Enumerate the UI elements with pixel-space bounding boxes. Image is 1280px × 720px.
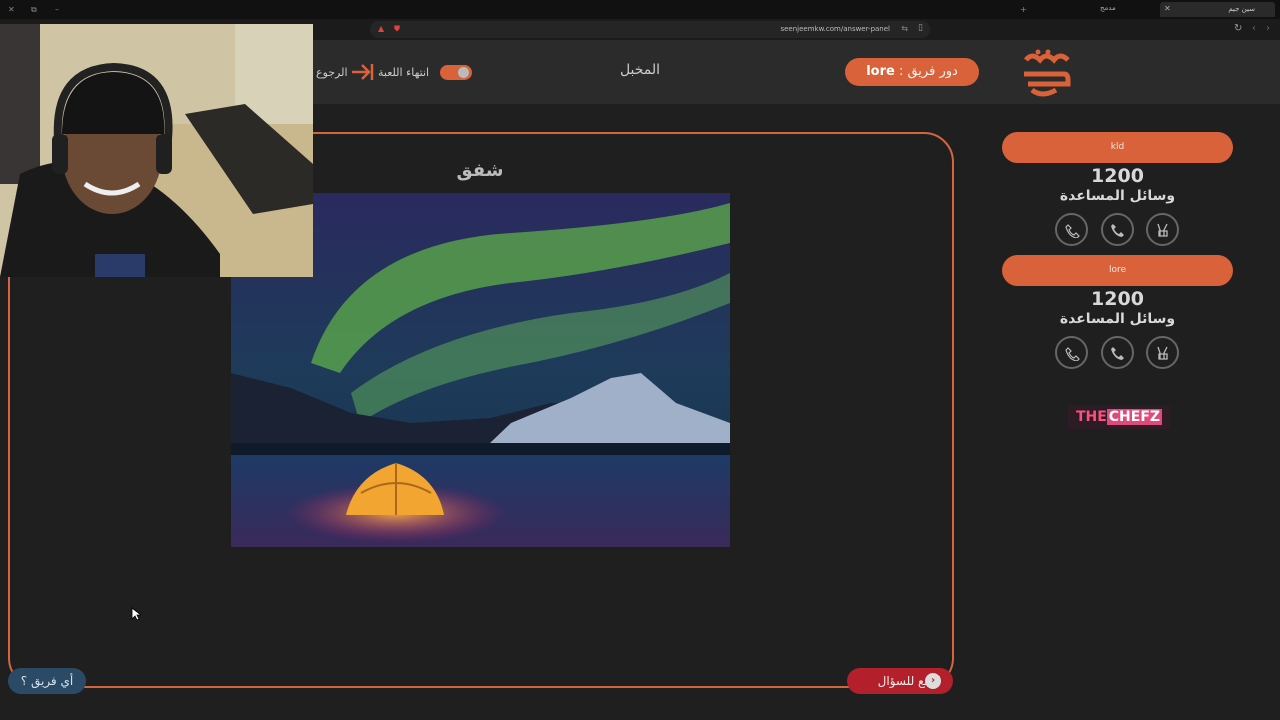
new-tab-icon[interactable]: + (1020, 5, 1027, 14)
reload-icon[interactable]: ↻ (1234, 23, 1242, 34)
call-friend-icon[interactable] (1055, 336, 1088, 369)
category-title: المخبل (619, 62, 661, 78)
which-team-button[interactable]: أي فريق ؟ (8, 668, 86, 694)
back-to-question-button[interactable]: ارجع للسؤال ‹ (847, 668, 953, 694)
close-tab-icon[interactable]: ✕ (1164, 4, 1255, 13)
forward-nav-icon[interactable]: › (1266, 23, 1270, 34)
back-nav-icon[interactable]: ‹ (1252, 23, 1256, 34)
call-friend-icon[interactable] (1055, 213, 1088, 246)
sponsor-part2: CHEFZ (1106, 409, 1163, 425)
double-answer-icon[interactable] (1146, 336, 1179, 369)
restore-window-icon[interactable]: ⧉ (31, 5, 37, 15)
double-answer-icon[interactable] (1146, 213, 1179, 246)
minimize-window-icon[interactable]: – (55, 5, 59, 14)
exit-arrow-icon[interactable] (350, 62, 374, 82)
helpers-label-lore: وسائل المساعدة (1059, 311, 1176, 327)
browser-tab-bar: ✕ ⧉ – + مدمج سين جيم ✕ (0, 0, 1280, 19)
sponsor-part1: THE (1075, 409, 1107, 425)
turn-indicator: دور فريق : lore (845, 58, 979, 86)
close-window-icon[interactable]: ✕ (8, 5, 15, 14)
chevron-left-icon: ‹ (925, 673, 941, 689)
shield-icon[interactable]: ⛊ (394, 24, 400, 34)
toggle-knob (458, 67, 469, 78)
back-link[interactable]: الرجوع (316, 66, 348, 79)
share-icon[interactable]: ⇆ (901, 24, 908, 33)
phone-icon[interactable] (1101, 336, 1134, 369)
end-game-toggle[interactable] (440, 65, 472, 80)
question-text: شفق (456, 160, 504, 181)
team-score-kld: 1200 (1091, 165, 1144, 187)
phone-icon[interactable] (1101, 213, 1134, 246)
sponsor-logo: THE CHEFZ (1068, 405, 1170, 429)
address-field[interactable]: seenjeemkw.com/answer-panel ▲ ⛊ ⇆ (370, 21, 930, 38)
seenjeem-logo (1024, 49, 1071, 97)
turn-prefix: دور فريق : (898, 64, 958, 79)
mouse-cursor-icon (131, 607, 141, 621)
end-game-label[interactable]: انتهاء اللعبة (378, 66, 429, 79)
team-name-lore: lore (1002, 255, 1233, 286)
browser-tab-active[interactable]: سين جيم ✕ (1160, 2, 1275, 17)
team-name-kld: kld (1002, 132, 1233, 163)
url-text: seenjeemkw.com/answer-panel (780, 25, 890, 33)
team-score-lore: 1200 (1091, 288, 1144, 310)
webcam-overlay (0, 24, 313, 277)
warning-icon: ▲ (378, 24, 385, 33)
bookmark-icon[interactable]: ▯ (918, 23, 923, 33)
turn-team: lore (866, 64, 895, 79)
webcam-feed-image (0, 24, 313, 277)
browser-tab-inactive[interactable]: مدمج (1100, 4, 1116, 12)
helpers-label-kld: وسائل المساعدة (1059, 188, 1176, 204)
